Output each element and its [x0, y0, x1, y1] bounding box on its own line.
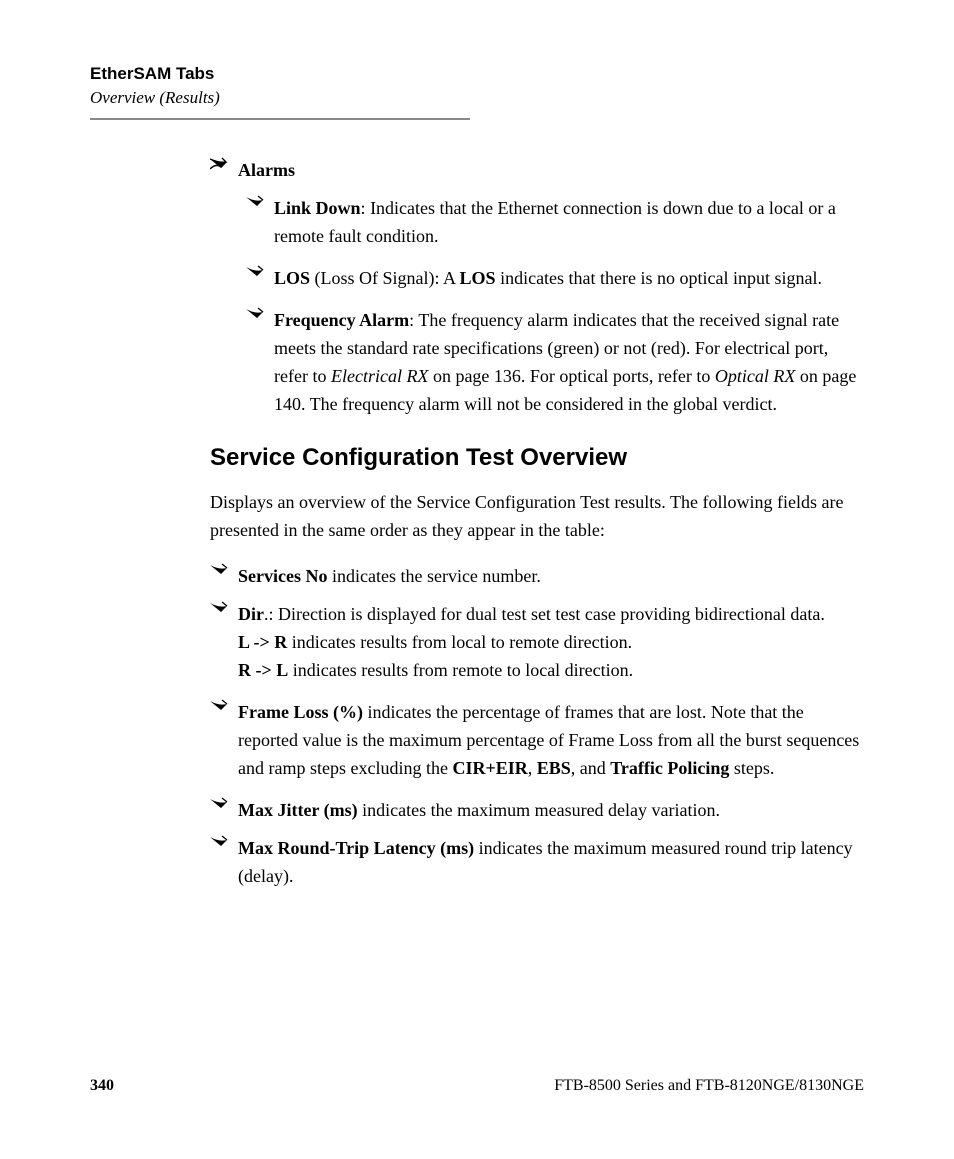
list-item-body: Frequency Alarm: The frequency alarm ind… — [274, 306, 864, 418]
page-header: EtherSAM Tabs Overview (Results) — [90, 64, 864, 120]
list-item: Link Down: Indicates that the Ethernet c… — [246, 194, 864, 250]
bullet-arrow-icon — [246, 307, 274, 321]
bullet-arrow-icon — [210, 563, 238, 577]
document-page: EtherSAM Tabs Overview (Results) Alarms … — [0, 0, 954, 1159]
list-item-body: Max Round-Trip Latency (ms) indicates th… — [238, 834, 864, 890]
list-item: Max Round-Trip Latency (ms) indicates th… — [210, 834, 864, 890]
section-intro: Displays an overview of the Service Conf… — [210, 488, 864, 544]
list-item: Max Jitter (ms) indicates the maximum me… — [210, 796, 864, 824]
list-item: LOS (Loss Of Signal): A LOS indicates th… — [246, 264, 864, 292]
page-footer: 340 FTB-8500 Series and FTB-8120NGE/8130… — [90, 1077, 864, 1095]
section-heading: Service Configuration Test Overview — [210, 444, 864, 472]
bullet-arrow-icon — [210, 601, 238, 615]
list-item-body: Frame Loss (%) indicates the percentage … — [238, 698, 864, 782]
list-item: Frequency Alarm: The frequency alarm ind… — [246, 306, 864, 418]
list-item: Dir.: Direction is displayed for dual te… — [210, 600, 864, 684]
chapter-title: EtherSAM Tabs — [90, 64, 864, 84]
bullet-arrow-icon — [210, 157, 238, 171]
product-name: FTB-8500 Series and FTB-8120NGE/8130NGE — [554, 1077, 864, 1095]
bullet-arrow-icon — [210, 797, 238, 811]
bullet-arrow-icon — [246, 265, 274, 279]
list-item-body: LOS (Loss Of Signal): A LOS indicates th… — [274, 264, 822, 292]
list-item-body: Max Jitter (ms) indicates the maximum me… — [238, 796, 720, 824]
bullet-arrow-icon — [210, 699, 238, 713]
list-item: Alarms — [210, 156, 864, 184]
chapter-subtitle: Overview (Results) — [90, 88, 864, 108]
header-rule — [90, 118, 470, 120]
list-item-body: Link Down: Indicates that the Ethernet c… — [274, 194, 864, 250]
page-number: 340 — [90, 1077, 114, 1095]
bullet-arrow-icon — [246, 195, 274, 209]
list-item: Services No indicates the service number… — [210, 562, 864, 590]
list-item-body: Dir.: Direction is displayed for dual te… — [238, 600, 825, 684]
list-item-label: Alarms — [238, 156, 295, 184]
list-item-body: Services No indicates the service number… — [238, 562, 541, 590]
bullet-arrow-icon — [210, 835, 238, 849]
alarms-sublist: Link Down: Indicates that the Ethernet c… — [246, 194, 864, 418]
list-item: Frame Loss (%) indicates the percentage … — [210, 698, 864, 782]
page-content: Alarms Link Down: Indicates that the Eth… — [210, 156, 864, 890]
